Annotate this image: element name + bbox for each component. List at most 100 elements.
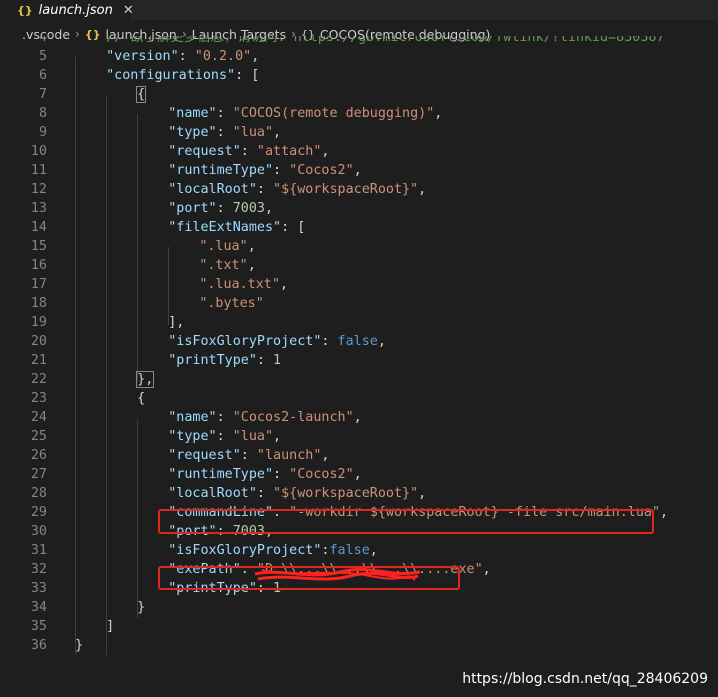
line-number: 32 — [30, 562, 47, 577]
code-line: 34} — [0, 598, 718, 617]
code-line: 26 "request": "launch", — [0, 446, 718, 465]
token-str: ".lua.txt" — [199, 277, 280, 292]
code-line: 19], — [0, 313, 718, 332]
code-text: "localRoot": "${workspaceRoot}", — [168, 180, 426, 199]
code-text: "isFoxGloryProject":false, — [168, 541, 378, 560]
code-text: "request": "attach", — [168, 142, 329, 161]
code-text: "name": "COCOS(remote debugging)", — [168, 104, 442, 123]
token-key: "runtimeType" — [168, 467, 274, 482]
line-number: 28 — [30, 486, 47, 501]
token-bool: false — [329, 543, 370, 558]
code-line: 13 "port": 7003, — [0, 199, 718, 218]
code-line: 14 "fileExtNames": [ — [0, 218, 718, 237]
token-key: "runtimeType" — [168, 163, 274, 178]
token-punct: ], — [168, 315, 185, 330]
token-tail: , — [377, 334, 386, 349]
code-line: 24 "name": "Cocos2-launch", — [0, 408, 718, 427]
line-number: 6 — [38, 68, 47, 83]
code-text: "isFoxGloryProject": false, — [168, 332, 386, 351]
token-punct: } — [137, 600, 146, 615]
code-text: "request": "launch", — [168, 446, 329, 465]
line-number: 36 — [30, 638, 47, 653]
token-sep: : — [216, 106, 233, 121]
token-str: "lua" — [232, 125, 274, 140]
token-sep: : — [281, 220, 298, 235]
code-line: 8 "name": "COCOS(remote debugging)", — [0, 104, 718, 123]
token-tail: , — [418, 182, 427, 197]
token-key: "request" — [168, 144, 241, 159]
token-sep: : — [256, 182, 274, 197]
token-punct: { — [137, 391, 146, 406]
token-num: 7003 — [232, 201, 265, 216]
code-line: 23 { — [0, 389, 718, 408]
code-text: ], — [168, 313, 184, 332]
token-punct: }, — [136, 371, 155, 388]
code-text: "localRoot": "${workspaceRoot}", — [168, 484, 426, 503]
token-sep: : — [240, 448, 257, 463]
code-text: "type": "lua", — [168, 427, 281, 446]
close-icon[interactable]: ✕ — [123, 3, 134, 18]
code-text: "fileExtNames": [ — [168, 218, 305, 237]
token-key: "type" — [168, 429, 217, 444]
token-tail: [ — [297, 220, 306, 235]
token-sep: : — [216, 429, 233, 444]
token-str: ".lua" — [199, 239, 248, 254]
code-text: { — [136, 85, 147, 104]
token-str: "COCOS(remote debugging)" — [232, 106, 435, 121]
token-sep: : — [256, 486, 274, 501]
line-number: 22 — [30, 372, 47, 387]
token-str: "Cocos2-launch" — [232, 410, 354, 425]
code-text: "version": "0.2.0", — [106, 47, 259, 66]
token-sep: : — [321, 334, 338, 349]
line-number: 10 — [30, 144, 47, 159]
code-line: 15 ".lua", — [0, 237, 718, 256]
highlight-box-commandline — [158, 509, 654, 534]
code-line: 7{ — [0, 85, 718, 104]
code-line: 4 // 欲了解更多信息，请访问: https://go.microsoft.co… — [0, 36, 718, 47]
code-line: 9 "type": "lua", — [0, 123, 718, 142]
token-tail: , — [251, 49, 260, 64]
line-number: 30 — [30, 524, 47, 539]
line-number: 20 — [30, 334, 47, 349]
token-str: "Cocos2" — [289, 163, 354, 178]
token-sep: : — [178, 49, 195, 64]
line-number: 14 — [30, 220, 47, 235]
code-text: // 欲了解更多信息，请访问: https://go.microsoft.com… — [106, 36, 664, 47]
code-line: 20 "isFoxGloryProject": false, — [0, 332, 718, 351]
code-line: 28 "localRoot": "${workspaceRoot}", — [0, 484, 718, 503]
token-tail: , — [247, 258, 256, 273]
json-file-icon: {} — [17, 3, 33, 17]
code-line: 21 "printType": 1 — [0, 351, 718, 370]
tab-title: launch.json — [38, 2, 113, 18]
code-text: } — [137, 598, 145, 617]
line-number: 5 — [38, 49, 47, 64]
token-tail: , — [321, 144, 330, 159]
code-line: 18 ".bytes" — [0, 294, 718, 313]
code-line: 36} — [0, 636, 718, 655]
token-punct: { — [136, 86, 147, 103]
line-number: 13 — [30, 201, 47, 216]
line-number: 23 — [30, 391, 47, 406]
line-number: 26 — [30, 448, 47, 463]
line-number: 18 — [30, 296, 47, 311]
line-number: 31 — [30, 543, 47, 558]
token-str: "launch" — [256, 448, 322, 463]
token-str: "lua" — [232, 429, 274, 444]
line-number: 16 — [30, 258, 47, 273]
code-text: "runtimeType": "Cocos2", — [168, 161, 362, 180]
line-number: 34 — [30, 600, 47, 615]
tab-launch-json[interactable]: {} launch.json ✕ — [0, 0, 134, 20]
token-key: "configurations" — [106, 68, 236, 83]
token-tail: , — [264, 201, 274, 216]
token-tail: , — [434, 106, 443, 121]
code-editor[interactable]: 4 // 欲了解更多信息，请访问: https://go.microsoft.co… — [0, 36, 718, 697]
code-text: ] — [106, 617, 114, 636]
code-text: "configurations": [ — [106, 66, 259, 85]
code-text: "type": "lua", — [168, 123, 281, 142]
token-key: "fileExtNames" — [168, 220, 282, 235]
token-tail: , — [321, 448, 330, 463]
code-line: 5 "version": "0.2.0", — [0, 47, 718, 66]
token-tail: , — [418, 486, 427, 501]
code-line: 31 "isFoxGloryProject":false, — [0, 541, 718, 560]
editor-tab-bar: {} launch.json ✕ — [0, 0, 718, 20]
